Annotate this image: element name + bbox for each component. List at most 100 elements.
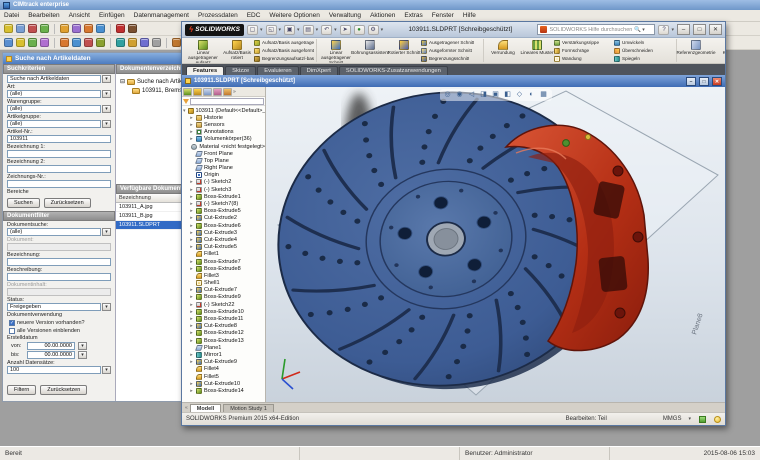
feature-tree-item[interactable]: ▸ Cut-Extrude7 xyxy=(182,287,265,294)
feature-tree-item[interactable]: ▸ Boss-Extrude14 xyxy=(182,387,265,394)
tab-dimxpert[interactable]: DimXpert xyxy=(299,66,338,75)
feature-tree-item[interactable]: ▸ Boss-Extrude7 xyxy=(182,258,265,265)
ribbon-button[interactable]: Überschneiden xyxy=(614,47,674,54)
tab-modell[interactable]: Modell xyxy=(189,403,222,412)
feature-tree-item[interactable]: Fillet5 xyxy=(182,373,265,380)
tree-expander[interactable]: ▸ xyxy=(189,330,194,336)
feature-tree-item[interactable]: ▸ Boss-Extrude12 xyxy=(182,330,265,337)
feature-tree-item[interactable]: ▸ Boss-Extrude5 xyxy=(182,208,265,215)
tree-expander[interactable]: ▸ xyxy=(189,294,194,300)
ribbon-button[interactable]: Begrenzungsschnitt xyxy=(421,55,481,62)
field-value[interactable] xyxy=(7,150,111,158)
tree-expander[interactable]: ▸ xyxy=(189,302,194,308)
feature-tree-item[interactable]: Origin xyxy=(182,172,265,179)
field-value[interactable] xyxy=(7,165,111,173)
tree-expander[interactable]: ▸ xyxy=(189,129,194,135)
feature-tree-item[interactable]: ▸ (-) Sketch3 xyxy=(182,186,265,193)
section-view-icon[interactable]: ◨ xyxy=(479,90,489,100)
feature-tree-item[interactable]: ▸ Cut-Extrude4 xyxy=(182,236,265,243)
search-button[interactable]: Suchen xyxy=(7,198,40,208)
help-icon[interactable]: ? xyxy=(658,24,670,35)
field-value[interactable] xyxy=(7,180,111,188)
field-value[interactable]: (alle) xyxy=(7,228,101,236)
toolbar-icon[interactable] xyxy=(96,38,105,47)
tree-expander[interactable]: ▸ xyxy=(189,237,194,243)
ribbon-button[interactable]: Ausgetragener Schnitt xyxy=(421,39,481,46)
menu-item-fenster[interactable]: Fenster xyxy=(432,12,454,19)
close-button[interactable]: ✕ xyxy=(709,24,722,35)
date-to-value[interactable]: 00.00.0000 xyxy=(27,351,75,359)
tab-skizze[interactable]: Skizze xyxy=(225,66,257,75)
property-manager-tab-icon[interactable] xyxy=(193,87,202,96)
feature-tree-item[interactable]: Right Plane xyxy=(182,165,265,172)
feature-tree-item[interactable]: ▸ (-) Sketch7(8) xyxy=(182,200,265,208)
ribbon-button[interactable]: Wandung xyxy=(554,55,614,62)
toolbar-icon[interactable] xyxy=(16,24,25,33)
ribbon-button[interactable]: Ausgeformter Schnitt xyxy=(421,47,481,54)
save-icon[interactable]: ▣ xyxy=(284,24,296,35)
menu-item-bearbeiten[interactable]: Bearbeiten xyxy=(28,12,59,19)
open-icon[interactable]: ◱ xyxy=(265,24,277,35)
edit-appearance-icon[interactable]: ◐ xyxy=(527,90,537,100)
toolbar-icon[interactable] xyxy=(28,38,37,47)
help-search-box[interactable]: SOLIDWORKS Hilfe durchsuchen 🔍 ▾ xyxy=(537,24,656,35)
date-from-value[interactable]: 00.00.0000 xyxy=(27,342,75,350)
chevron-down-icon[interactable]: ▾ xyxy=(642,27,645,33)
tree-expander[interactable]: ▸ xyxy=(189,381,194,387)
feature-tree-item[interactable]: ▸ Boss-Extrude11 xyxy=(182,315,265,323)
feature-tree-item[interactable]: ▸ Boss-Extrude9 xyxy=(182,294,265,301)
toolbar-icon[interactable] xyxy=(116,24,125,33)
tree-expander[interactable]: ▸ xyxy=(189,136,194,142)
new-document-icon[interactable]: ▢ xyxy=(247,24,259,35)
menu-item-einfügen[interactable]: Einfügen xyxy=(99,12,125,19)
configuration-manager-tab-icon[interactable] xyxy=(203,87,212,96)
tree-expander[interactable]: ▸ xyxy=(189,201,194,207)
feature-tree-item[interactable]: Shell1 xyxy=(182,280,265,287)
tree-expander[interactable]: ▸ xyxy=(189,179,194,185)
ribbon-button[interactable]: Aufsatz/Basis ausgetragen xyxy=(254,39,314,46)
tab-solidworks-zusatzanwendungen[interactable]: SOLIDWORKS-Zusatzanwendungen xyxy=(338,66,448,75)
chevron-down-icon[interactable]: ▾ xyxy=(102,228,111,236)
tag-icon[interactable] xyxy=(699,415,706,423)
feature-tree-item[interactable]: Front Plane xyxy=(182,150,265,157)
restore-button[interactable]: □ xyxy=(693,24,706,35)
ribbon-button[interactable]: Referenzgeometrie xyxy=(676,39,716,62)
zoom-fit-icon[interactable]: ◎ xyxy=(443,90,453,100)
toolbar-icon[interactable] xyxy=(128,24,137,33)
tree-expander[interactable]: ▸ xyxy=(189,323,194,329)
field-value[interactable] xyxy=(7,273,111,281)
undo-icon[interactable]: ↶ xyxy=(321,24,333,35)
field-value[interactable]: (alle) xyxy=(7,120,101,128)
search-icon[interactable]: 🔍 xyxy=(634,27,641,33)
toolbar-icon[interactable] xyxy=(140,38,149,47)
ribbon-button[interactable]: Umwickeln xyxy=(614,39,674,46)
tree-expander[interactable]: ▸ xyxy=(189,309,194,315)
tree-expander[interactable]: ▸ xyxy=(189,215,194,221)
display-style-icon[interactable]: ◧ xyxy=(503,90,513,100)
ribbon-button[interactable]: Bohrungsassistent xyxy=(351,39,389,62)
help-beacon-icon[interactable] xyxy=(714,415,721,423)
tab-motion-study-1[interactable]: Motion Study 1 xyxy=(223,403,274,412)
tree-expander[interactable]: ▸ xyxy=(189,223,194,229)
graphics-viewport[interactable]: ◎ ◉ ◁ ◨ ▣ ◧ ◇ ◐ ▦ Plane8 xyxy=(266,87,725,402)
toolbar-icon[interactable] xyxy=(28,24,37,33)
field-value[interactable] xyxy=(7,258,111,266)
ribbon-button[interactable]: Linear ausgetragener Schnitt xyxy=(319,39,353,63)
feature-tree-item[interactable]: ▸ Cut-Extrude5 xyxy=(182,244,265,251)
ribbon-button[interactable]: Linear ausgetragener Aufsatz xyxy=(186,39,220,63)
toolbar-icon[interactable] xyxy=(16,38,25,47)
3d-scene[interactable]: Plane8 xyxy=(266,87,724,400)
chevron-down-icon[interactable]: ▾ xyxy=(688,416,691,422)
rebuild-icon[interactable]: ● xyxy=(353,24,365,35)
print-icon[interactable]: ▤ xyxy=(302,24,314,35)
more-tabs-icon[interactable]: » xyxy=(233,89,236,95)
tree-expander[interactable]: ▸ xyxy=(189,266,194,272)
feature-tree-item[interactable]: Material <nicht festgelegt> xyxy=(182,143,265,150)
feature-tree-item[interactable]: Top Plane xyxy=(182,157,265,164)
tree-expander[interactable]: ▸ xyxy=(189,122,194,128)
sw-titlebar[interactable]: ϟ SOLIDWORKS ▢ ▾ ◱ ▾ ▣ ▾ ▤ ▾ ↶ ▾ ➤ ● ⚙ ▾ 10391… xyxy=(182,22,725,38)
feature-tree-item[interactable]: Fillet4 xyxy=(182,366,265,373)
feature-tree-item[interactable]: ▸ Cut-Extrude9 xyxy=(182,359,265,366)
tree-expander[interactable]: ▸ xyxy=(189,352,194,358)
feature-tree-item[interactable]: ▸ Cut-Extrude2 xyxy=(182,215,265,222)
